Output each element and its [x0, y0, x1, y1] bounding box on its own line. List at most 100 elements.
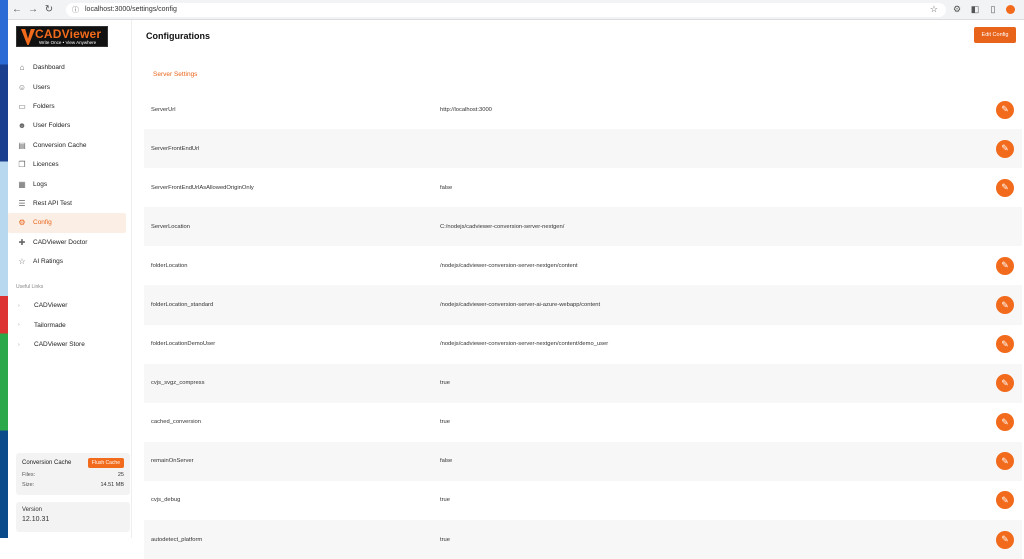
browser-toolbar: ← → ↻ ⓘ localhost:3000/settings/config ☆… — [8, 0, 1024, 20]
sidebar-item-label: Licences — [33, 161, 59, 169]
config-value: true — [440, 419, 450, 426]
pencil-icon: ✎ — [1001, 104, 1009, 115]
chevron-right-icon: › — [18, 322, 20, 329]
site-info-icon[interactable]: ⓘ — [72, 5, 79, 15]
sidebar-item-cadviewer-doctor[interactable]: ✚ CADViewer Doctor — [8, 233, 126, 252]
config-row: ServerFrontEndUrlAsAllowedOriginOnly fal… — [144, 168, 1022, 207]
edit-pencil-button[interactable]: ✎ — [996, 100, 1014, 119]
edit-pencil-button[interactable]: ✎ — [996, 296, 1014, 315]
sidebar-item-label: User Folders — [33, 122, 71, 130]
pencil-icon: ✎ — [1001, 416, 1009, 427]
pencil-icon: ✎ — [1001, 260, 1009, 271]
pencil-icon: ✎ — [1001, 338, 1009, 349]
url-text: localhost:3000/settings/config — [85, 6, 177, 13]
config-key: folderLocation — [151, 262, 188, 269]
edit-pencil-button[interactable]: ✎ — [996, 491, 1014, 510]
config-value: /nodejs/cadviewer-conversion-server-next… — [440, 341, 609, 348]
config-key: cvjs_svgz_compress — [151, 380, 205, 387]
config-row: ServerFrontEndUrl ✎ — [144, 129, 1022, 169]
sidebar-item-ai-ratings[interactable]: ☆ AI Ratings — [8, 252, 126, 271]
edit-pencil-button[interactable]: ✎ — [996, 530, 1014, 549]
page-title: Configurations — [146, 31, 210, 41]
config-key: folderLocation_standard — [151, 302, 214, 309]
home-icon: ⌂ — [19, 63, 25, 73]
sidebar: CADViewer Write Once • View Anywhere ⌂ D… — [8, 20, 132, 538]
sidebar-item-folders[interactable]: ▭ Folders — [8, 97, 126, 116]
pencil-icon: ✎ — [1001, 299, 1009, 310]
sidebar-item-label: Dashboard — [33, 64, 65, 72]
pencil-icon: ✎ — [1001, 143, 1009, 154]
forward-icon[interactable]: → — [26, 4, 40, 15]
api-icon: ☰ — [18, 198, 26, 208]
useful-link-label: Tailormade — [34, 321, 66, 329]
edit-pencil-button[interactable]: ✎ — [996, 452, 1014, 471]
sidebar-item-label: Folders — [33, 102, 55, 110]
sidebar-item-users[interactable]: ☺ Users — [8, 77, 126, 96]
sidebar-item-rest-api-test[interactable]: ☰ Rest API Test — [8, 194, 126, 213]
extension-icon[interactable]: ⚙ — [950, 4, 964, 15]
star-icon: ☆ — [18, 257, 26, 267]
reload-icon[interactable]: ↻ — [42, 4, 56, 15]
version-label: Version — [22, 507, 43, 513]
edit-pencil-button[interactable]: ✎ — [996, 139, 1014, 158]
config-row: folderLocation /nodejs/cadviewer-convers… — [144, 246, 1022, 285]
edit-pencil-button[interactable]: ✎ — [996, 413, 1014, 432]
sidebar-item-label: Conversion Cache — [33, 141, 87, 149]
bookmark-star-icon[interactable]: ☆ — [930, 4, 938, 15]
profile-avatar[interactable] — [1006, 5, 1015, 14]
logs-icon: ▦ — [18, 179, 26, 189]
flush-cache-button[interactable]: Flush Cache — [87, 458, 124, 468]
version-value: 12.10.31 — [22, 516, 50, 523]
sidebar-item-label: Users — [33, 83, 50, 91]
pencil-icon: ✎ — [1001, 494, 1009, 505]
users-icon: ☺ — [17, 82, 27, 92]
sidebar-nav: ⌂ Dashboard ☺ Users ▭ Folders ☻ User Fol… — [8, 58, 126, 271]
edit-pencil-button[interactable]: ✎ — [996, 178, 1014, 197]
config-row: ServerUrl http://localhost:3000 ✎ — [144, 90, 1022, 129]
config-row: cvjs_debug true ✎ — [144, 481, 1022, 520]
sidebar-item-label: Rest API Test — [33, 199, 72, 207]
edit-pencil-button[interactable]: ✎ — [996, 335, 1014, 354]
pencil-icon: ✎ — [1001, 455, 1009, 466]
config-key: ServerFrontEndUrlAsAllowedOriginOnly — [151, 184, 254, 191]
config-value: /nodejs/cadviewer-conversion-server-next… — [440, 262, 578, 269]
edit-config-button[interactable]: Edit Config — [974, 27, 1016, 43]
back-icon[interactable]: ← — [10, 4, 24, 15]
sidebar-item-config[interactable]: ⚙ Config — [8, 213, 126, 233]
section-title-server-settings: Server Settings — [153, 71, 198, 78]
sidebar-item-dashboard[interactable]: ⌂ Dashboard — [8, 58, 126, 77]
puzzle-icon[interactable]: ◧ — [968, 4, 982, 15]
edit-pencil-button[interactable]: ✎ — [996, 256, 1014, 275]
useful-link-cadviewer[interactable]: › CADViewer — [8, 296, 126, 316]
useful-links-title: Useful Links — [16, 284, 44, 290]
sidebar-item-label: CADViewer Doctor — [33, 238, 88, 246]
useful-link-label: CADViewer — [34, 302, 68, 310]
user-folder-icon: ☻ — [17, 121, 27, 131]
main-content: Configurations Edit Config Server Settin… — [132, 20, 1024, 559]
sidebar-item-logs[interactable]: ▦ Logs — [8, 174, 126, 193]
address-bar[interactable]: ⓘ localhost:3000/settings/config ☆ — [66, 2, 946, 17]
sidebar-item-conversion-cache[interactable]: ▤ Conversion Cache — [8, 136, 126, 155]
desktop-background-strip — [0, 0, 8, 538]
sidebar-item-user-folders[interactable]: ☻ User Folders — [8, 116, 126, 135]
useful-link-cadviewer-store[interactable]: › CADViewer Store — [8, 335, 126, 355]
useful-link-tailormade[interactable]: › Tailormade — [8, 316, 126, 336]
cache-card-title: Conversion Cache — [22, 460, 72, 466]
config-key: folderLocationDemoUser — [151, 341, 216, 348]
folder-icon: ▭ — [18, 101, 26, 111]
doctor-icon: ✚ — [18, 237, 26, 247]
chevron-right-icon: › — [18, 341, 20, 348]
cadviewer-logo[interactable]: CADViewer Write Once • View Anywhere — [16, 26, 108, 47]
pencil-icon: ✎ — [1001, 377, 1009, 388]
edit-pencil-button[interactable]: ✎ — [996, 374, 1014, 393]
cache-icon: ▤ — [18, 140, 26, 150]
sidepanel-icon[interactable]: ▯ — [986, 4, 1000, 15]
license-icon: ❐ — [18, 160, 26, 170]
gear-icon: ⚙ — [18, 218, 26, 228]
cache-size-label: Size: — [22, 482, 35, 488]
useful-links: › CADViewer › Tailormade › CADViewer Sto… — [8, 296, 126, 355]
config-key: ServerUrl — [151, 106, 176, 113]
sidebar-item-licences[interactable]: ❐ Licences — [8, 155, 126, 174]
config-key: cvjs_debug — [151, 497, 181, 504]
cache-size-value: 14.51 MB — [100, 482, 124, 488]
